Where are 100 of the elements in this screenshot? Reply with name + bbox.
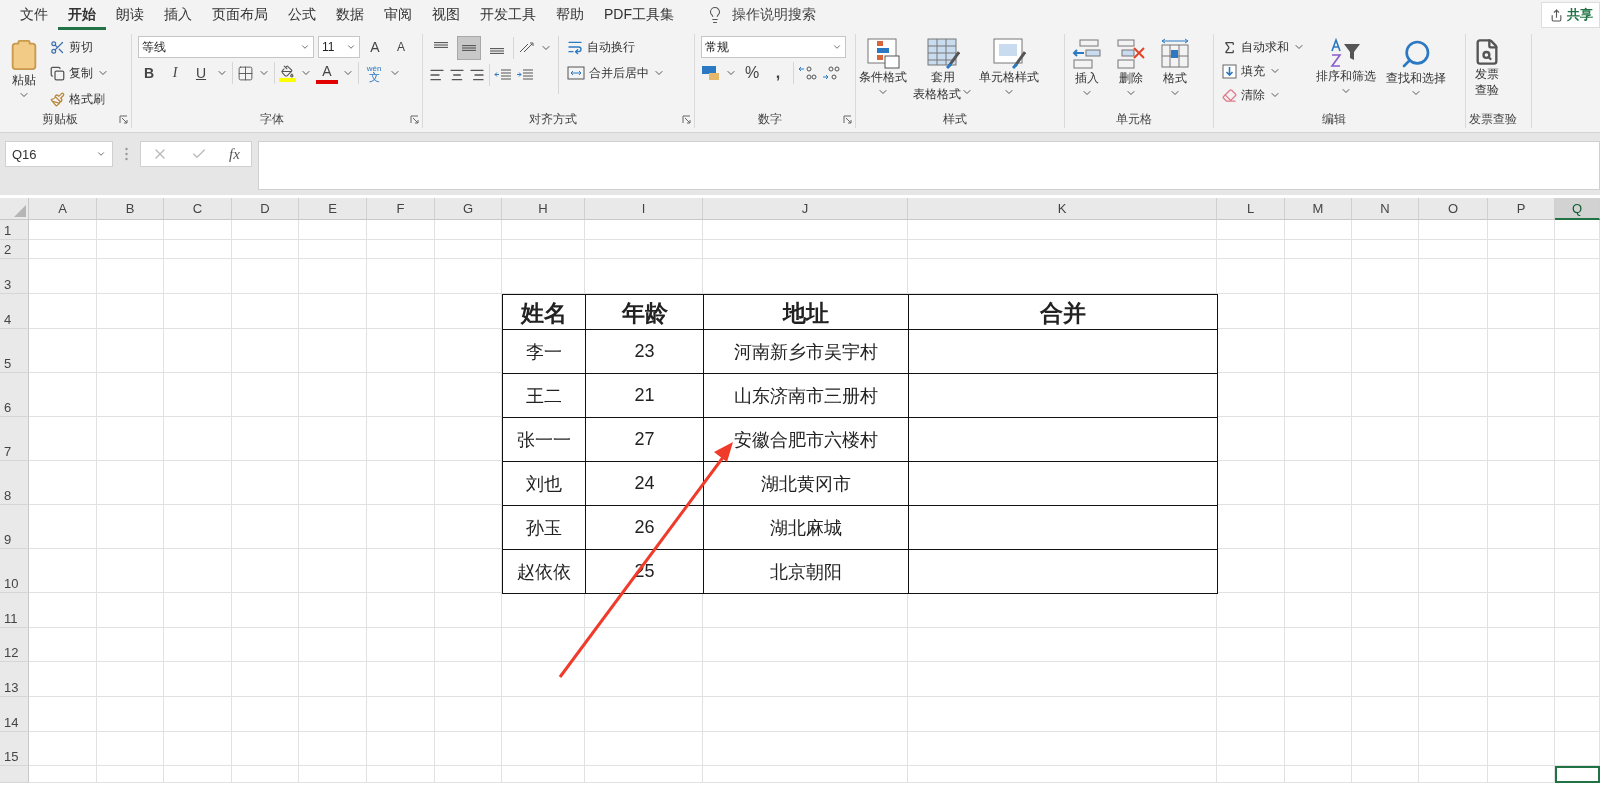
grid-cell[interactable] [585,732,703,766]
percent-button[interactable]: % [741,62,763,84]
row-header[interactable]: 5 [0,329,29,373]
align-middle-button[interactable] [457,36,481,60]
align-center-icon[interactable] [449,67,465,83]
grid-cell[interactable] [1285,593,1352,628]
grid-cell[interactable] [1285,505,1352,549]
format-painter-button[interactable]: 格式刷 [48,88,111,110]
menu-tab[interactable]: PDF工具集 [594,0,684,30]
grid-cell[interactable] [1555,549,1600,593]
column-heading[interactable]: 姓名 [502,294,586,330]
grid-cell[interactable] [703,593,908,628]
grid-cell[interactable] [1488,662,1555,697]
grid-cell[interactable] [1555,373,1600,417]
grid-cell[interactable] [1555,240,1600,259]
column-header[interactable]: N [1352,198,1419,220]
grid-cell[interactable] [1285,329,1352,373]
grid-cell[interactable] [367,628,435,662]
grid-cell[interactable] [502,628,585,662]
decrease-indent-icon[interactable] [494,67,512,83]
grid-cell[interactable] [1285,373,1352,417]
grid-cell[interactable] [1419,549,1488,593]
grid-cell[interactable] [299,240,367,259]
grid-cell[interactable] [1285,697,1352,732]
grid-cell[interactable] [1555,628,1600,662]
find-select-button[interactable]: 查找和选择 [1385,36,1447,101]
font-color-button[interactable]: A [316,62,338,84]
grid-cell[interactable] [1419,417,1488,461]
grid-cell[interactable] [502,662,585,697]
grid-cell[interactable] [97,259,164,294]
grid-cell[interactable] [1285,294,1352,329]
row-header[interactable]: 15 [0,732,29,766]
grid-cell[interactable] [367,593,435,628]
fill-color-icon[interactable] [279,64,296,82]
grid-cell[interactable] [1285,766,1352,783]
grid-cell[interactable] [367,662,435,697]
grid-cell[interactable] [97,549,164,593]
grid-cell[interactable] [97,662,164,697]
merge-center-button[interactable]: 合并后居中 [565,62,667,84]
grid-cell[interactable] [1217,294,1285,329]
grid-cell[interactable] [1488,373,1555,417]
column-heading[interactable]: 合并 [908,294,1218,330]
grid-cell[interactable] [232,732,299,766]
grid-cell[interactable] [1419,461,1488,505]
grid-cell[interactable] [164,417,232,461]
grid-cell[interactable] [299,549,367,593]
grid-cell[interactable] [367,549,435,593]
fill-button[interactable]: 填充 [1220,60,1307,82]
grid-cell[interactable] [1419,373,1488,417]
grid-cell[interactable] [232,329,299,373]
table-cell[interactable] [908,549,1218,594]
grid-cell[interactable] [232,697,299,732]
grid-cell[interactable] [299,259,367,294]
grid-cell[interactable] [232,240,299,259]
grid-cell[interactable] [367,461,435,505]
column-header[interactable]: F [367,198,435,220]
menu-tab[interactable]: 视图 [422,0,470,30]
grid-cell[interactable] [97,766,164,783]
menu-tab[interactable]: 朗读 [106,0,154,30]
bold-button[interactable]: B [138,62,160,84]
grid-cell[interactable] [1285,628,1352,662]
align-right-icon[interactable] [469,67,485,83]
grid-cell[interactable] [1217,628,1285,662]
grid-cell[interactable] [585,766,703,783]
grid-cell[interactable] [367,697,435,732]
grid-cell[interactable] [232,417,299,461]
grid-cell[interactable] [908,593,1217,628]
grid-cell[interactable] [299,766,367,783]
font-size-field[interactable]: 11 [318,36,360,58]
delete-cells-button[interactable]: 删除 [1115,36,1147,101]
grid-cell[interactable] [1217,549,1285,593]
dialog-launcher-icon[interactable] [119,115,128,124]
grow-font-button[interactable]: A [364,36,386,58]
grid-cell[interactable] [1419,505,1488,549]
grid-cell[interactable] [502,766,585,783]
menu-tab[interactable]: 帮助 [546,0,594,30]
grid-cell[interactable] [1419,662,1488,697]
grid-cell[interactable] [1419,697,1488,732]
grid-cell[interactable] [1488,220,1555,240]
grid-cell[interactable] [367,373,435,417]
grid-cell[interactable] [908,628,1217,662]
grid-cell[interactable] [585,220,703,240]
grid-cell[interactable] [1555,461,1600,505]
column-header[interactable]: O [1419,198,1488,220]
grid-cell[interactable] [29,697,97,732]
grid-cell[interactable] [97,732,164,766]
grid-cell[interactable] [435,732,502,766]
grid-cell[interactable] [29,240,97,259]
paste-button[interactable]: 粘贴 [6,36,42,103]
row-header[interactable]: 8 [0,461,29,505]
name-box[interactable]: Q16 [5,141,113,167]
grid-cell[interactable] [1285,549,1352,593]
row-header[interactable]: 3 [0,259,29,294]
grid-cell[interactable] [435,628,502,662]
menu-tab[interactable]: 公式 [278,0,326,30]
wrap-text-button[interactable]: 自动换行 [565,36,667,58]
borders-icon[interactable] [237,64,254,82]
grid-cell[interactable] [1285,461,1352,505]
grid-cell[interactable] [97,461,164,505]
grid-cell[interactable] [435,766,502,783]
